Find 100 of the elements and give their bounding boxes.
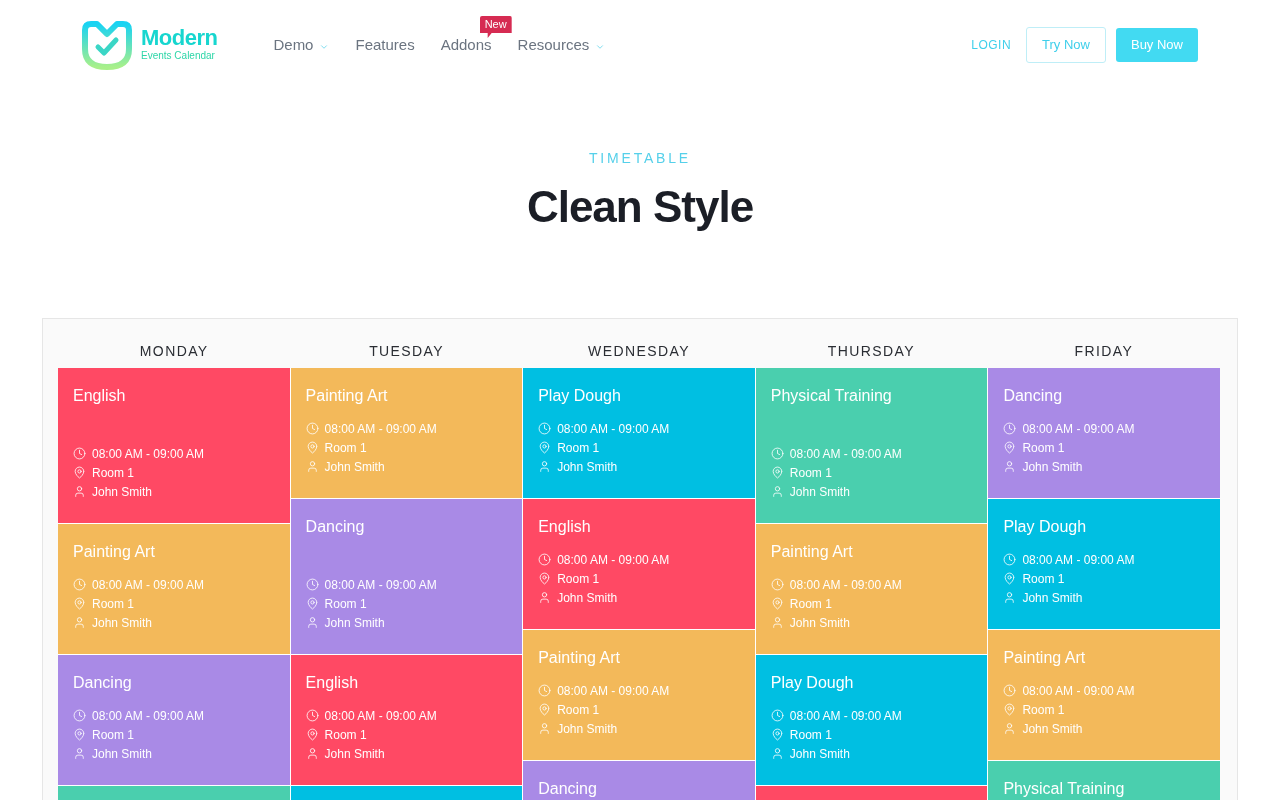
event-title: English [538,517,591,537]
event-detail: Room 1 [789,595,832,612]
event-detail: Room 1 [557,701,600,718]
person-icon [305,616,319,629]
clock-icon [73,709,86,722]
event-title: Play Dough [770,673,854,693]
event-card[interactable] [290,786,523,800]
event-detail: 08:00 AM - 09:00 AM [324,420,437,437]
event-title: Painting Art [538,648,620,668]
map-pin-icon [73,597,86,610]
event-detail: 08:00 AM - 09:00 AM [324,707,437,724]
clock-icon [1003,684,1017,697]
clock-icon [538,684,552,697]
map-pin-icon [73,728,86,741]
person-icon [305,747,319,760]
event-title: English [305,673,359,693]
event-card[interactable]: English 08:00 AM - 09:00 AM Room 1 John Smith [290,655,523,785]
event-card[interactable]: Play Dough 08:00 AM - 09:00 AM Room 1 John Smith [523,368,755,498]
event-card[interactable]: Painting Art 08:00 AM - 09:00 AM Room 1 John Smith [988,630,1220,760]
event-card[interactable]: Physical Training [988,761,1220,800]
clock-icon [305,578,319,591]
event-detail: Room 1 [324,439,367,456]
event-detail: 08:00 AM - 09:00 AM [557,551,670,568]
day-heading: WEDNESDAY [588,341,690,361]
event-card[interactable]: Play Dough 08:00 AM - 09:00 AM Room 1 John Smith [988,499,1220,629]
clock-icon [1003,422,1017,435]
try-now-button[interactable]: Try Now [1026,27,1106,63]
event-card[interactable]: Painting Art 08:00 AM - 09:00 AM Room 1 John Smith [523,630,755,760]
section-title: Clean Style [526,181,754,233]
clock-icon [73,578,86,591]
event-detail: 08:00 AM - 09:00 AM [789,707,902,724]
map-pin-icon [538,703,552,716]
map-pin-icon [770,466,784,479]
event-card[interactable]: English 08:00 AM - 09:00 AM Room 1 John Smith [58,368,290,523]
event-title: Play Dough [1003,517,1087,537]
person-icon [73,747,86,760]
event-card[interactable]: Play Dough 08:00 AM - 09:00 AM Room 1 John Smith [755,655,988,785]
event-card[interactable]: Physical Training 08:00 AM - 09:00 AM Room 1 John Smith [755,368,988,523]
map-pin-icon [305,597,319,610]
event-detail: 08:00 AM - 09:00 AM [1022,420,1135,437]
logo-tagline: Events Calendar [141,50,216,62]
event-card[interactable]: Dancing [523,761,755,800]
nav-link[interactable]: Resources [517,35,590,55]
event-title: Painting Art [73,542,155,562]
event-card[interactable]: Painting Art 08:00 AM - 09:00 AM Room 1 John Smith [58,524,290,654]
event-card[interactable] [58,786,290,800]
event-detail: Room 1 [789,464,832,481]
event-detail: John Smith [557,458,618,475]
clock-icon [73,447,86,460]
event-card[interactable]: Dancing 08:00 AM - 09:00 AM Room 1 John Smith [58,655,290,785]
logo-shield-icon [82,20,132,70]
clock-icon [1003,553,1017,566]
clock-icon [305,709,319,722]
nav-link[interactable]: Addons [440,35,492,55]
person-icon [538,722,552,735]
event-detail: John Smith [789,614,850,631]
event-card[interactable]: English 08:00 AM - 09:00 AM Room 1 John Smith [523,499,755,629]
event-detail: John Smith [789,745,850,762]
event-card[interactable]: Painting Art 08:00 AM - 09:00 AM Room 1 John Smith [755,524,988,654]
clock-icon [770,709,784,722]
map-pin-icon [305,728,319,741]
event-title: Dancing [73,673,132,693]
person-icon [770,485,784,498]
person-icon [305,460,319,473]
event-detail: Room 1 [324,726,367,743]
event-detail: 08:00 AM - 09:00 AM [557,420,670,437]
clock-icon [538,422,552,435]
event-detail: John Smith [324,614,385,631]
event-card[interactable]: Dancing 08:00 AM - 09:00 AM Room 1 John Smith [290,499,523,654]
person-icon [1003,460,1017,473]
person-icon [1003,722,1017,735]
event-detail: Room 1 [557,570,600,587]
event-title: Physical Training [1003,779,1125,799]
event-card[interactable] [755,786,988,800]
event-detail: John Smith [324,745,385,762]
map-pin-icon [305,441,319,454]
event-card[interactable]: Painting Art 08:00 AM - 09:00 AM Room 1 John Smith [290,368,523,498]
person-icon [538,460,552,473]
map-pin-icon [1003,441,1017,454]
map-pin-icon [1003,703,1017,716]
event-detail: John Smith [92,745,153,762]
nav-link[interactable]: Features [355,35,415,55]
event-detail: Room 1 [92,726,135,743]
event-detail: Room 1 [789,726,832,743]
event-detail: 08:00 AM - 09:00 AM [789,576,902,593]
event-title: Painting Art [1003,648,1086,668]
map-pin-icon [73,466,86,479]
event-title: English [73,386,126,406]
person-icon [73,616,86,629]
event-detail: 08:00 AM - 09:00 AM [324,576,437,593]
event-detail: John Smith [557,720,618,737]
nav-link[interactable]: Demo [273,35,314,55]
new-badge: New [479,16,512,38]
day-heading: THURSDAY [827,341,915,361]
buy-now-button[interactable]: Buy Now [1115,28,1198,62]
login-link[interactable]: LOGIN [971,36,1012,54]
map-pin-icon [538,572,552,585]
event-card[interactable]: Dancing 08:00 AM - 09:00 AM Room 1 John Smith [988,368,1220,498]
event-detail: Room 1 [557,439,600,456]
event-detail: Room 1 [92,595,135,612]
